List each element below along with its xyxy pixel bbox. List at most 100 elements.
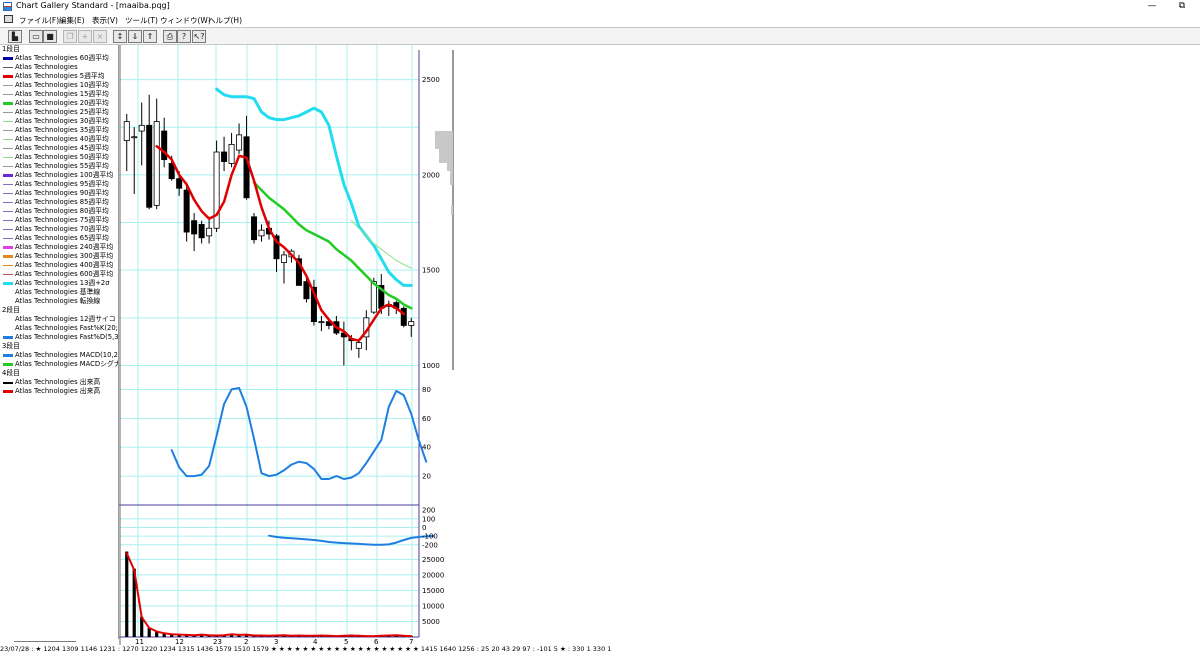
title-bar[interactable]: Chart Gallery Standard - [maaiba.pqg] — … <box>0 0 1200 13</box>
candlestick <box>206 227 213 237</box>
scroll-up-icon[interactable]: ⇑ <box>143 30 157 43</box>
legend-item[interactable]: Atlas Technologies 400週平均 <box>0 261 118 270</box>
legend-item[interactable]: Atlas Technologies MACDシグナ <box>0 360 118 369</box>
copy-icon[interactable]: ❐ <box>63 30 77 43</box>
legend-swatch <box>3 67 13 68</box>
legend-item[interactable]: Atlas Technologies 50週平均 <box>0 153 118 162</box>
legend-item[interactable]: Atlas Technologies 5週平均 <box>0 72 118 81</box>
legend-label: Atlas Technologies Fast%D(5,3 <box>15 333 119 341</box>
legend-item[interactable]: Atlas Technologies 600週平均 <box>0 270 118 279</box>
scroll-down-icon[interactable]: ⇓ <box>128 30 142 43</box>
legend-item[interactable]: Atlas Technologies 300週平均 <box>0 252 118 261</box>
legend-item[interactable]: Atlas Technologies 出来高 <box>0 378 118 387</box>
legend-item[interactable]: Atlas Technologies 基準線 <box>0 288 118 297</box>
legend-item[interactable]: Atlas Technologies 65週平均 <box>0 234 118 243</box>
price-axis-tick-label: 2500 <box>422 76 440 84</box>
restore-icon[interactable]: ⧉ <box>1174 0 1190 12</box>
legend-item[interactable]: Atlas Technologies 240週平均 <box>0 243 118 252</box>
oscillator-axis-tick-label: 60 <box>422 415 431 423</box>
legend-item[interactable]: Atlas Technologies 出来高 <box>0 387 118 396</box>
legend-item[interactable]: Atlas Technologies 95週平均 <box>0 180 118 189</box>
legend-item[interactable]: Atlas Technologies Fast%D(5,3 <box>0 333 118 342</box>
menu-tools[interactable]: ツール(T) <box>125 15 158 26</box>
macd-axis-tick-label: 0 <box>422 524 426 532</box>
legend-section-header[interactable]: 4段目 <box>0 369 118 378</box>
legend-item[interactable]: Atlas Technologies 35週平均 <box>0 126 118 135</box>
legend-label: Atlas Technologies 65週平均 <box>15 234 109 242</box>
legend-item[interactable]: Atlas Technologies MACD(10,2 <box>0 351 118 360</box>
series-legend-panel[interactable]: 1段目 Atlas Technologies 60週平均 Atlas Technol… <box>0 45 119 639</box>
legend-swatch <box>3 265 13 266</box>
scrollbar-thumb[interactable] <box>14 641 76 642</box>
legend-swatch <box>3 57 13 60</box>
legend-item[interactable]: Atlas Technologies Fast%K(20; <box>0 324 118 333</box>
oscillator-axis-tick-label: 80 <box>422 386 431 394</box>
legend-swatch <box>3 274 13 275</box>
legend-label: Atlas Technologies 出来高 <box>15 378 101 386</box>
legend-swatch <box>3 202 13 203</box>
volume-axis-tick-label: 5000 <box>422 618 440 626</box>
legend-item[interactable]: Atlas Technologies 12週サイコ <box>0 315 118 324</box>
legend-item[interactable]: Atlas Technologies 30週平均 <box>0 117 118 126</box>
legend-swatch <box>3 319 13 320</box>
legend-item[interactable]: Atlas Technologies 90週平均 <box>0 189 118 198</box>
legend-item[interactable]: Atlas Technologies 25週平均 <box>0 108 118 117</box>
legend-label: Atlas Technologies MACD(10,2 <box>15 351 118 359</box>
legend-item[interactable]: Atlas Technologies 70週平均 <box>0 225 118 234</box>
legend-item[interactable]: Atlas Technologies 45週平均 <box>0 144 118 153</box>
legend-item[interactable]: Atlas Technologies 75週平均 <box>0 216 118 225</box>
legend-item[interactable]: Atlas Technologies 20週平均 <box>0 99 118 108</box>
legend-item[interactable]: Atlas Technologies 60週平均 <box>0 54 118 63</box>
candlestick <box>280 254 287 263</box>
price-axis-tick-label: 1500 <box>422 267 440 275</box>
legend-label: Atlas Technologies 5週平均 <box>15 72 105 80</box>
legend-section-header[interactable]: 3段目 <box>0 342 118 351</box>
legend-item[interactable]: Atlas Technologies 転換線 <box>0 297 118 306</box>
legend-item[interactable]: Atlas Technologies 40週平均 <box>0 135 118 144</box>
legend-item[interactable]: Atlas Technologies 55週平均 <box>0 162 118 171</box>
legend-label: Atlas Technologies 100週平均 <box>15 171 114 179</box>
legend-horizontal-scrollbar[interactable] <box>0 639 119 645</box>
menu-help[interactable]: ヘルプ(H) <box>208 15 242 26</box>
candlestick <box>221 151 228 162</box>
menu-edit[interactable]: 編集(E) <box>59 15 85 26</box>
macd-axis-tick-label: -100 <box>422 533 438 541</box>
legend-item[interactable]: Atlas Technologies 15週平均 <box>0 90 118 99</box>
legend-swatch <box>3 102 13 105</box>
time-axis-tick-label: 4 <box>313 638 318 646</box>
legend-item[interactable]: Atlas Technologies 80週平均 <box>0 207 118 216</box>
legend-label: Atlas Technologies 25週平均 <box>15 108 109 116</box>
legend-item[interactable]: Atlas Technologies 85週平均 <box>0 198 118 207</box>
macd-axis-tick-label: 100 <box>422 515 435 523</box>
delete-icon[interactable]: × <box>93 30 107 43</box>
menu-window[interactable]: ウィンドウ(W) <box>160 15 211 26</box>
legend-swatch <box>3 166 13 167</box>
stock-chart[interactable]: 2500200015001000806040202001000-100-2002… <box>119 45 459 646</box>
legend-swatch <box>3 390 13 393</box>
open-folder-icon[interactable]: ▭ <box>29 30 43 43</box>
new-chart-icon[interactable]: ▙ <box>8 30 22 43</box>
legend-item[interactable]: Atlas Technologies 100週平均 <box>0 171 118 180</box>
add-icon[interactable]: + <box>78 30 92 43</box>
help-icon[interactable]: ? <box>177 30 191 43</box>
minimize-icon[interactable]: — <box>1144 0 1160 12</box>
legend-item[interactable]: Atlas Technologies 10週平均 <box>0 81 118 90</box>
volume-axis-tick-label: 10000 <box>422 602 444 610</box>
document-menu-icon[interactable] <box>4 15 13 23</box>
legend-item[interactable]: Atlas Technologies 13週+2σ <box>0 279 118 288</box>
oscillator-axis-tick-label: 20 <box>422 473 431 481</box>
menu-file[interactable]: ファイル(F) <box>19 15 59 26</box>
save-disk-icon[interactable]: ■ <box>43 30 57 43</box>
zoom-fit-icon[interactable]: ↕ <box>113 30 127 43</box>
legend-label: Atlas Technologies 50週平均 <box>15 153 109 161</box>
legend-item[interactable]: Atlas Technologies <box>0 63 118 72</box>
legend-section-header[interactable]: 1段目 <box>0 45 118 54</box>
print-icon[interactable]: ⎙ <box>163 30 177 43</box>
candlestick <box>123 121 130 141</box>
context-help-icon[interactable]: ↖? <box>192 30 206 43</box>
volume-profile-bar <box>439 149 453 163</box>
menu-view[interactable]: 表示(V) <box>92 15 118 26</box>
price-axis-tick-label: 1000 <box>422 362 440 370</box>
legend-section-header[interactable]: 2段目 <box>0 306 118 315</box>
legend-swatch <box>3 211 13 212</box>
